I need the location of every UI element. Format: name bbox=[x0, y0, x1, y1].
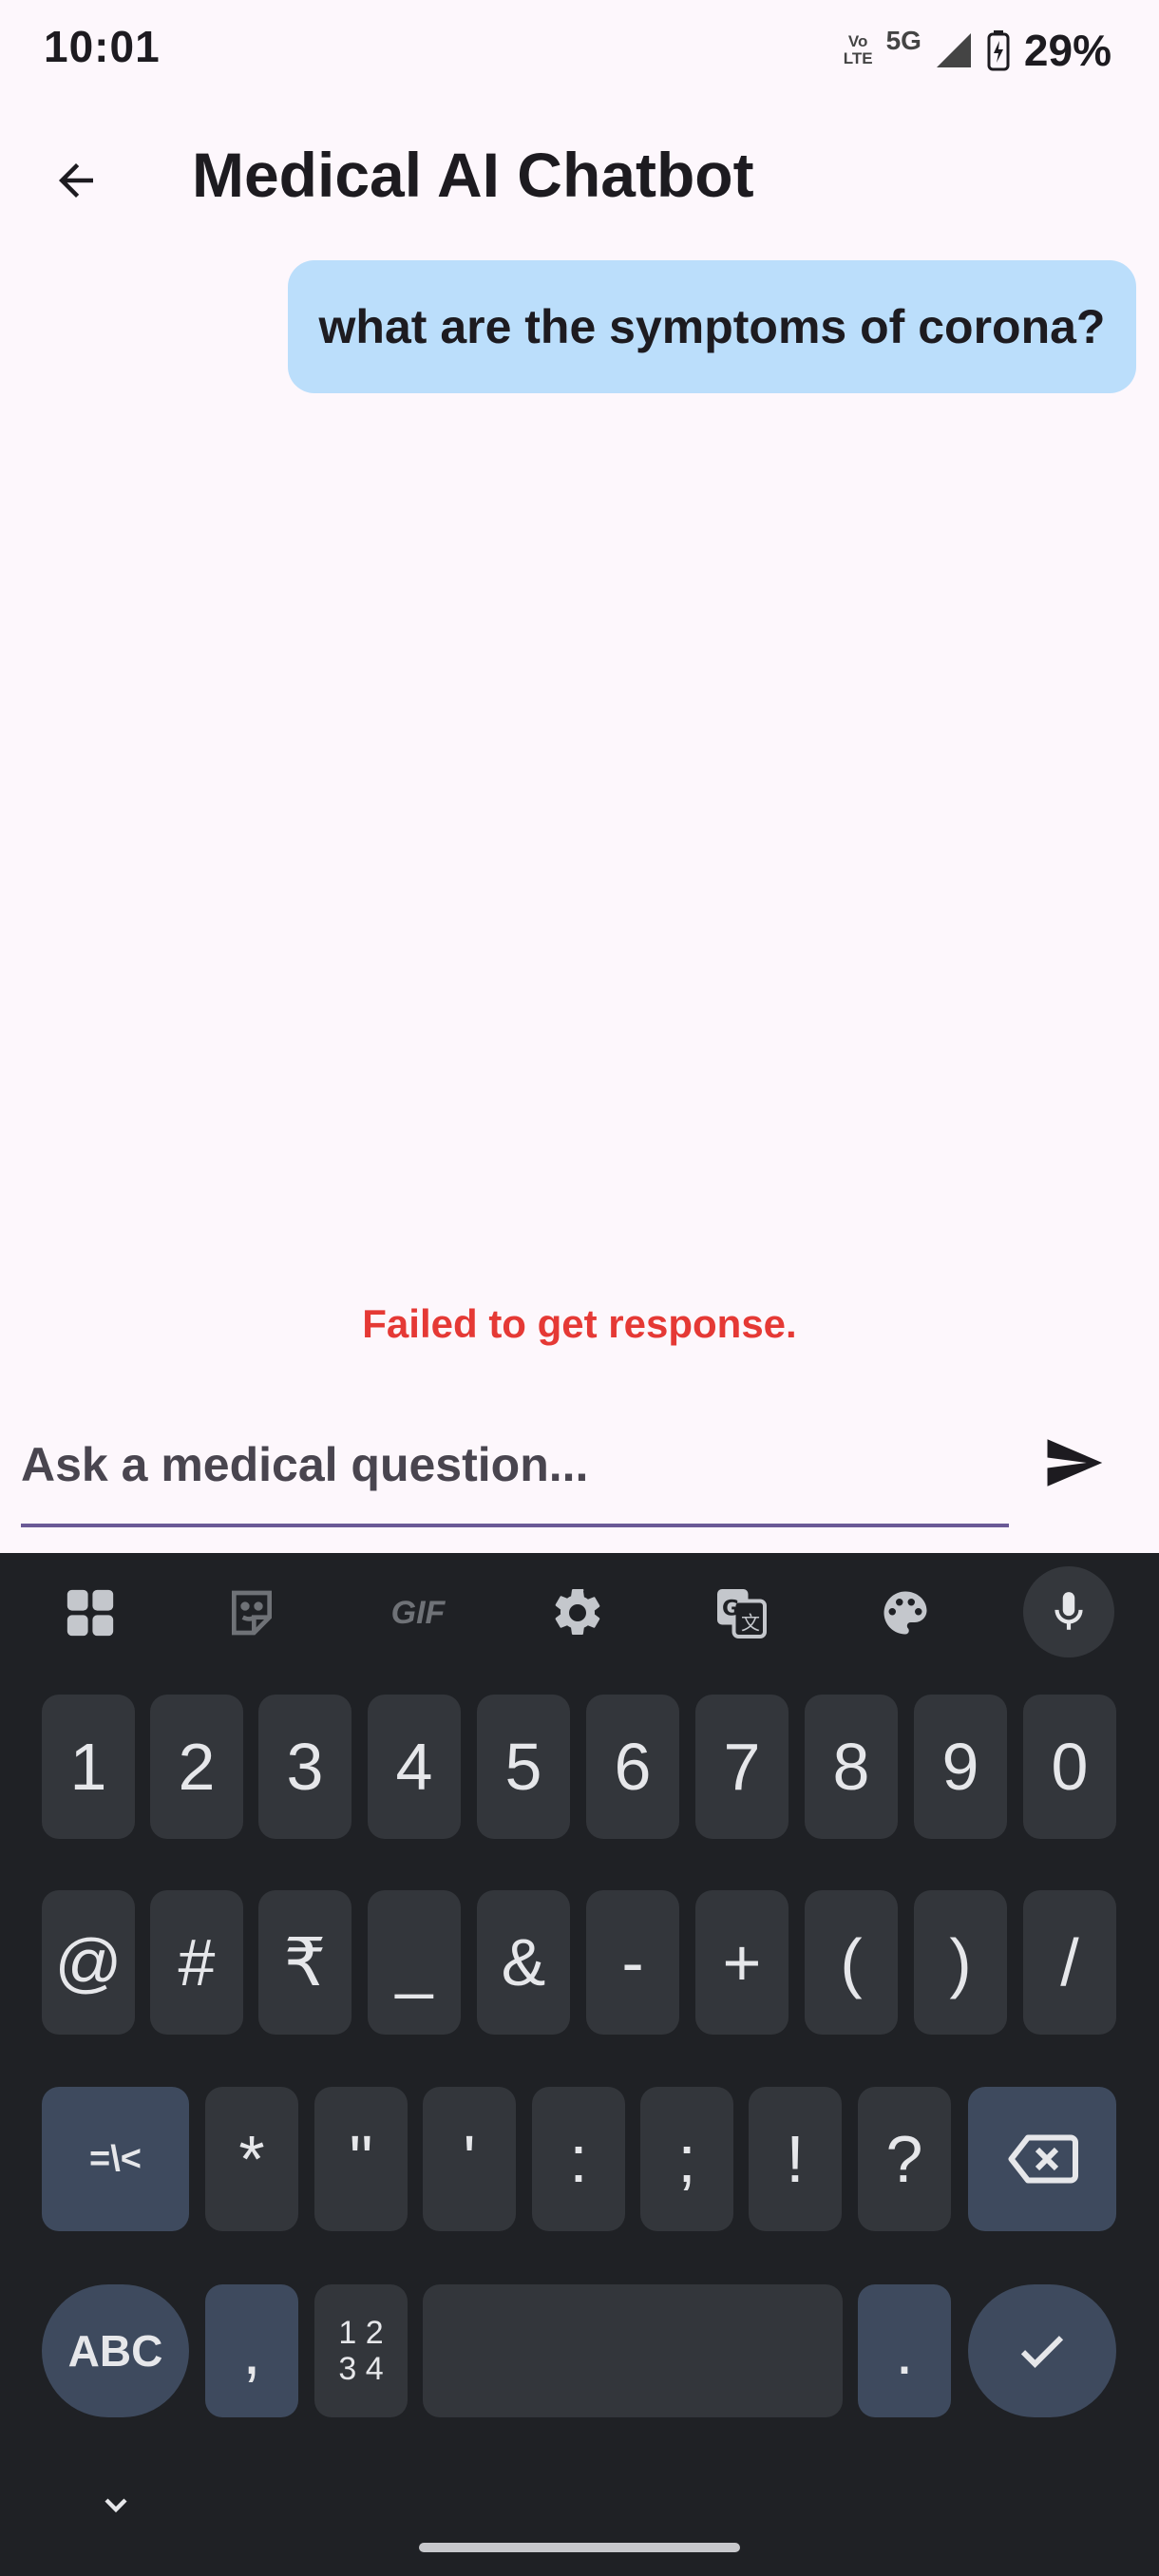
key-comma[interactable]: , bbox=[205, 2284, 298, 2417]
status-icons: Vo LTE 5G 29% bbox=[844, 25, 1112, 76]
key-question[interactable]: ? bbox=[858, 2087, 951, 2231]
arrow-back-icon bbox=[59, 163, 93, 198]
key-9[interactable]: 9 bbox=[914, 1695, 1007, 1839]
key-backspace[interactable] bbox=[968, 2087, 1116, 2231]
key-numpad[interactable]: 1 2 3 4 bbox=[314, 2284, 408, 2417]
key-more-symbols[interactable]: =\< bbox=[42, 2087, 189, 2231]
key-ampersand[interactable]: & bbox=[477, 1890, 570, 2035]
key-close-paren[interactable]: ) bbox=[914, 1890, 1007, 2035]
message-input-row bbox=[0, 1406, 1159, 1548]
key-5[interactable]: 5 bbox=[477, 1695, 570, 1839]
checkmark-icon bbox=[1020, 2336, 1064, 2368]
svg-text:文: 文 bbox=[741, 1612, 760, 1635]
gesture-navigation-bar[interactable] bbox=[419, 2543, 740, 2552]
key-8[interactable]: 8 bbox=[805, 1695, 898, 1839]
volte-icon: Vo LTE bbox=[843, 32, 873, 67]
key-enter[interactable] bbox=[968, 2284, 1116, 2417]
key-single-quote[interactable]: ' bbox=[423, 2087, 516, 2231]
on-screen-keyboard: GIF G文 1 2 3 4 5 6 7 8 9 0 @ # ₹ _ & - +… bbox=[0, 1553, 1159, 2576]
key-3[interactable]: 3 bbox=[258, 1695, 352, 1839]
key-at[interactable]: @ bbox=[42, 1890, 135, 2035]
error-message: Failed to get response. bbox=[362, 1301, 797, 1346]
key-2[interactable]: 2 bbox=[150, 1695, 243, 1839]
key-rupee[interactable]: ₹ bbox=[258, 1890, 352, 2035]
key-asterisk[interactable]: * bbox=[205, 2087, 298, 2231]
key-minus[interactable]: - bbox=[586, 1890, 679, 2035]
svg-text:G: G bbox=[722, 1597, 739, 1621]
gif-button[interactable]: GIF bbox=[380, 1580, 456, 1646]
key-6[interactable]: 6 bbox=[586, 1695, 679, 1839]
key-open-paren[interactable]: ( bbox=[805, 1890, 898, 2035]
translate-icon[interactable]: G文 bbox=[708, 1580, 774, 1646]
back-button[interactable] bbox=[38, 142, 114, 218]
user-message-bubble: what are the symptoms of corona? bbox=[288, 260, 1136, 393]
key-underscore[interactable]: _ bbox=[368, 1890, 461, 2035]
key-7[interactable]: 7 bbox=[695, 1695, 788, 1839]
key-double-quote[interactable]: " bbox=[314, 2087, 408, 2231]
signal-icon bbox=[936, 33, 971, 67]
voice-input-button[interactable] bbox=[1023, 1566, 1114, 1657]
key-plus[interactable]: + bbox=[695, 1890, 788, 2035]
key-exclamation[interactable]: ! bbox=[749, 2087, 842, 2231]
apps-icon[interactable] bbox=[57, 1580, 124, 1646]
mic-icon bbox=[1054, 1592, 1083, 1630]
key-period[interactable]: . bbox=[858, 2284, 951, 2417]
battery-charging-icon bbox=[987, 30, 1010, 71]
sticker-icon[interactable] bbox=[218, 1580, 285, 1646]
network-type: 5G bbox=[885, 26, 922, 55]
send-icon bbox=[1047, 1439, 1103, 1487]
key-hash[interactable]: # bbox=[150, 1890, 243, 2035]
app-bar: Medical AI Chatbot bbox=[0, 114, 1159, 237]
key-semicolon[interactable]: ; bbox=[640, 2087, 733, 2231]
chevron-down-icon bbox=[104, 2498, 127, 2513]
message-input[interactable] bbox=[21, 1406, 1009, 1527]
key-1[interactable]: 1 bbox=[42, 1695, 135, 1839]
key-space[interactable] bbox=[423, 2284, 843, 2417]
hide-keyboard-button[interactable] bbox=[90, 2479, 142, 2530]
send-button[interactable] bbox=[1036, 1425, 1112, 1501]
key-abc[interactable]: ABC bbox=[42, 2284, 189, 2417]
keyboard-toolbar: GIF G文 bbox=[0, 1553, 1159, 1667]
key-colon[interactable]: : bbox=[532, 2087, 625, 2231]
settings-icon[interactable] bbox=[544, 1580, 611, 1646]
key-4[interactable]: 4 bbox=[368, 1695, 461, 1839]
page-title: Medical AI Chatbot bbox=[192, 140, 754, 210]
palette-icon[interactable] bbox=[872, 1580, 939, 1646]
status-time: 10:01 bbox=[44, 22, 161, 71]
key-slash[interactable]: / bbox=[1023, 1890, 1116, 2035]
status-bar: 10:01 Vo LTE 5G 29% bbox=[0, 0, 1159, 104]
backspace-icon bbox=[1008, 2134, 1078, 2184]
battery-percent: 29% bbox=[1023, 26, 1112, 75]
key-0[interactable]: 0 bbox=[1023, 1695, 1116, 1839]
